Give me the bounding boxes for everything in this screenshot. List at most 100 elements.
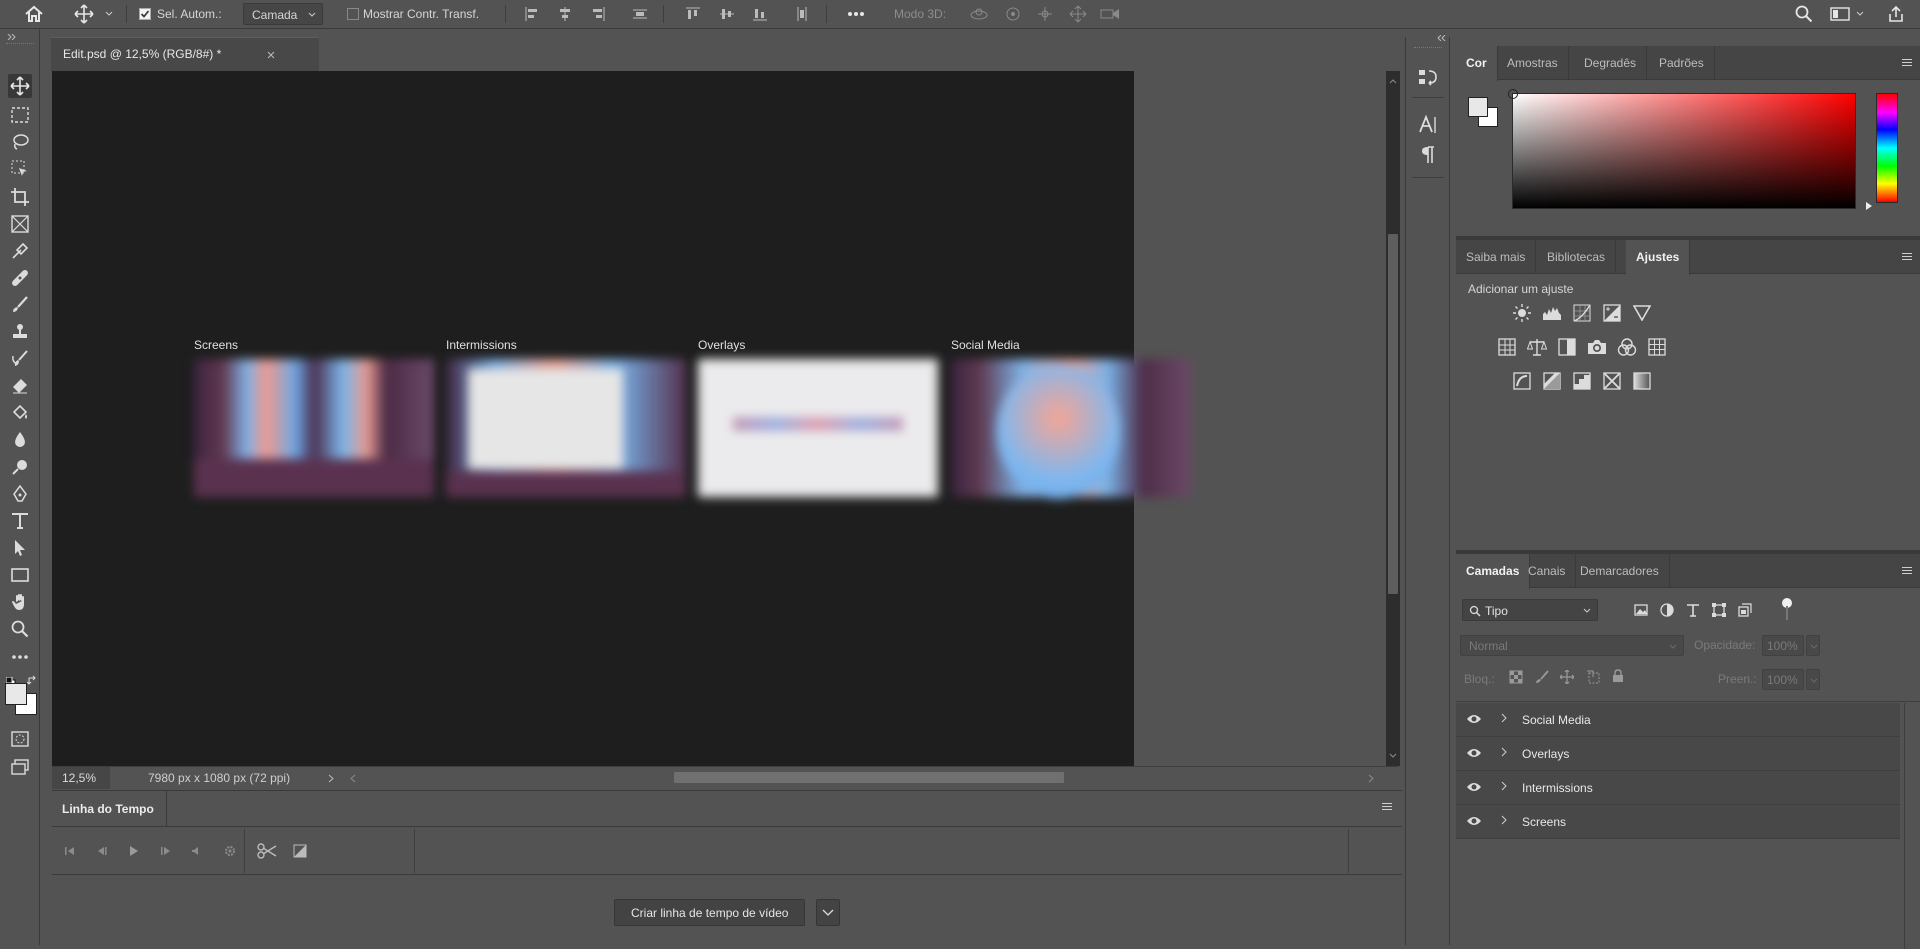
history-brush-tool-icon[interactable]	[8, 347, 32, 371]
auto-select-checkbox[interactable]	[139, 8, 151, 20]
tab-learn[interactable]: Saiba mais	[1456, 240, 1537, 274]
scroll-right-icon[interactable]	[1368, 774, 1374, 783]
foreground-color-swatch[interactable]	[1468, 97, 1488, 117]
object-selection-tool-icon[interactable]	[8, 157, 32, 181]
lock-position-icon[interactable]	[1560, 670, 1574, 684]
screen-mode-icon[interactable]	[8, 755, 32, 779]
share-icon[interactable]	[1884, 3, 1908, 25]
timeline-menu-icon[interactable]	[1382, 803, 1392, 811]
filter-smart-objects-icon[interactable]	[1738, 603, 1752, 617]
align-horizontal-centers-icon[interactable]	[553, 3, 577, 25]
fill-slider-toggle[interactable]	[1806, 669, 1820, 690]
layer-row[interactable]: Screens	[1456, 805, 1900, 839]
path-selection-tool-icon[interactable]	[8, 536, 32, 560]
align-top-edges-icon[interactable]	[681, 3, 705, 25]
tab-patterns[interactable]: Padrões	[1649, 46, 1715, 80]
tab-libraries[interactable]: Bibliotecas	[1537, 240, 1617, 274]
status-info-chevron-icon[interactable]	[328, 774, 334, 783]
timeline-type-dropdown[interactable]	[816, 899, 840, 926]
document-tab[interactable]: Edit.psd @ 12,5% (RGB/8#) *	[51, 37, 319, 71]
expand-group-chevron-icon[interactable]	[1501, 815, 1507, 825]
vertical-scrollbar[interactable]	[1386, 71, 1400, 766]
vibrance-icon[interactable]	[1631, 302, 1653, 324]
black-white-icon[interactable]	[1556, 336, 1578, 358]
move-tool-icon[interactable]	[8, 74, 32, 98]
scroll-up-icon[interactable]	[1389, 78, 1397, 84]
filter-pixel-layers-icon[interactable]	[1634, 603, 1648, 617]
dodge-tool-icon[interactable]	[8, 455, 32, 479]
tab-adjustments[interactable]: Ajustes	[1626, 240, 1691, 275]
zoom-tool-icon[interactable]	[8, 617, 32, 641]
brightness-contrast-icon[interactable]	[1511, 302, 1533, 324]
paint-bucket-tool-icon[interactable]	[8, 401, 32, 425]
tab-swatches[interactable]: Amostras	[1497, 46, 1569, 80]
color-panel-menu-icon[interactable]	[1902, 59, 1912, 67]
threshold-icon[interactable]	[1571, 370, 1593, 392]
layer-filter-kind-dropdown[interactable]: Tipo	[1462, 599, 1598, 621]
split-at-playhead-scissors-icon[interactable]	[257, 841, 277, 861]
character-panel-icon[interactable]	[1414, 111, 1442, 139]
go-to-first-frame-icon[interactable]	[60, 841, 80, 861]
align-bottom-edges-icon[interactable]	[748, 3, 772, 25]
rectangle-tool-icon[interactable]	[8, 563, 32, 587]
edit-toolbar-icon[interactable]	[8, 645, 32, 669]
zoom-level[interactable]: 12,5%	[52, 767, 110, 789]
orbit-3d-icon[interactable]	[967, 3, 991, 25]
history-panel-icon[interactable]	[1414, 63, 1442, 91]
filter-adjustment-layers-icon[interactable]	[1660, 603, 1674, 617]
hue-slider[interactable]	[1876, 93, 1898, 203]
color-lookup-icon[interactable]	[1646, 336, 1668, 358]
tab-color[interactable]: Cor	[1456, 46, 1498, 81]
layers-scrollbar[interactable]	[1904, 703, 1920, 949]
filter-type-layers-icon[interactable]	[1686, 603, 1700, 617]
layers-panel-menu-icon[interactable]	[1902, 567, 1912, 575]
horizontal-scroll-thumb[interactable]	[674, 772, 1064, 783]
pan-3d-icon[interactable]	[1033, 3, 1057, 25]
gradient-map-icon[interactable]	[1631, 370, 1653, 392]
search-icon[interactable]	[1792, 3, 1816, 25]
color-balance-icon[interactable]	[1526, 336, 1548, 358]
more-options-icon[interactable]	[844, 3, 868, 25]
expand-group-chevron-icon[interactable]	[1501, 781, 1507, 791]
artboard-overlays[interactable]	[698, 359, 938, 497]
roll-3d-icon[interactable]	[1001, 3, 1025, 25]
transition-icon[interactable]	[290, 841, 310, 861]
play-icon[interactable]	[124, 841, 144, 861]
vertical-scroll-thumb[interactable]	[1388, 234, 1398, 594]
blend-mode-dropdown[interactable]: Normal	[1460, 635, 1684, 656]
adjustments-panel-menu-icon[interactable]	[1902, 253, 1912, 261]
auto-select-target-dropdown[interactable]: Camada	[243, 3, 323, 25]
hand-tool-icon[interactable]	[8, 590, 32, 614]
document-canvas[interactable]: Screens Intermissions Overlays Social Me…	[52, 71, 1191, 766]
artboard-label-social-media[interactable]: Social Media	[951, 338, 1020, 352]
layer-row[interactable]: Social Media	[1456, 703, 1900, 737]
levels-icon[interactable]	[1541, 302, 1563, 324]
exposure-icon[interactable]	[1601, 302, 1623, 324]
posterize-icon[interactable]	[1541, 370, 1563, 392]
visibility-eye-icon[interactable]	[1466, 713, 1482, 725]
create-video-timeline-button[interactable]: Criar linha de tempo de vídeo	[614, 899, 806, 926]
filter-shape-layers-icon[interactable]	[1712, 603, 1726, 617]
tool-preset-chevron-icon[interactable]	[102, 3, 116, 25]
saturation-brightness-field[interactable]	[1508, 89, 1856, 209]
expand-group-chevron-icon[interactable]	[1501, 713, 1507, 723]
tab-channels[interactable]: Canais	[1518, 554, 1577, 588]
visibility-eye-icon[interactable]	[1466, 815, 1482, 827]
playback-settings-gear-icon[interactable]	[220, 841, 240, 861]
align-right-edges-icon[interactable]	[586, 3, 610, 25]
previous-frame-icon[interactable]	[92, 841, 112, 861]
frame-tool-icon[interactable]	[8, 212, 32, 236]
layer-row[interactable]: Intermissions	[1456, 771, 1900, 805]
color-picker-cursor[interactable]	[1508, 89, 1518, 99]
hue-slider-handle-icon[interactable]	[1866, 202, 1874, 210]
show-transform-checkbox[interactable]	[347, 8, 359, 20]
blur-tool-icon[interactable]	[8, 428, 32, 452]
lock-image-pixels-icon[interactable]	[1535, 670, 1549, 684]
workspace-chevron-icon[interactable]	[1853, 3, 1867, 25]
selective-color-icon[interactable]	[1601, 370, 1623, 392]
expand-dock-icon[interactable]	[1437, 35, 1447, 41]
move-tool-icon[interactable]	[72, 3, 96, 25]
slide-3d-icon[interactable]	[1066, 3, 1090, 25]
eyedropper-tool-icon[interactable]	[8, 239, 32, 263]
brush-tool-icon[interactable]	[8, 293, 32, 317]
